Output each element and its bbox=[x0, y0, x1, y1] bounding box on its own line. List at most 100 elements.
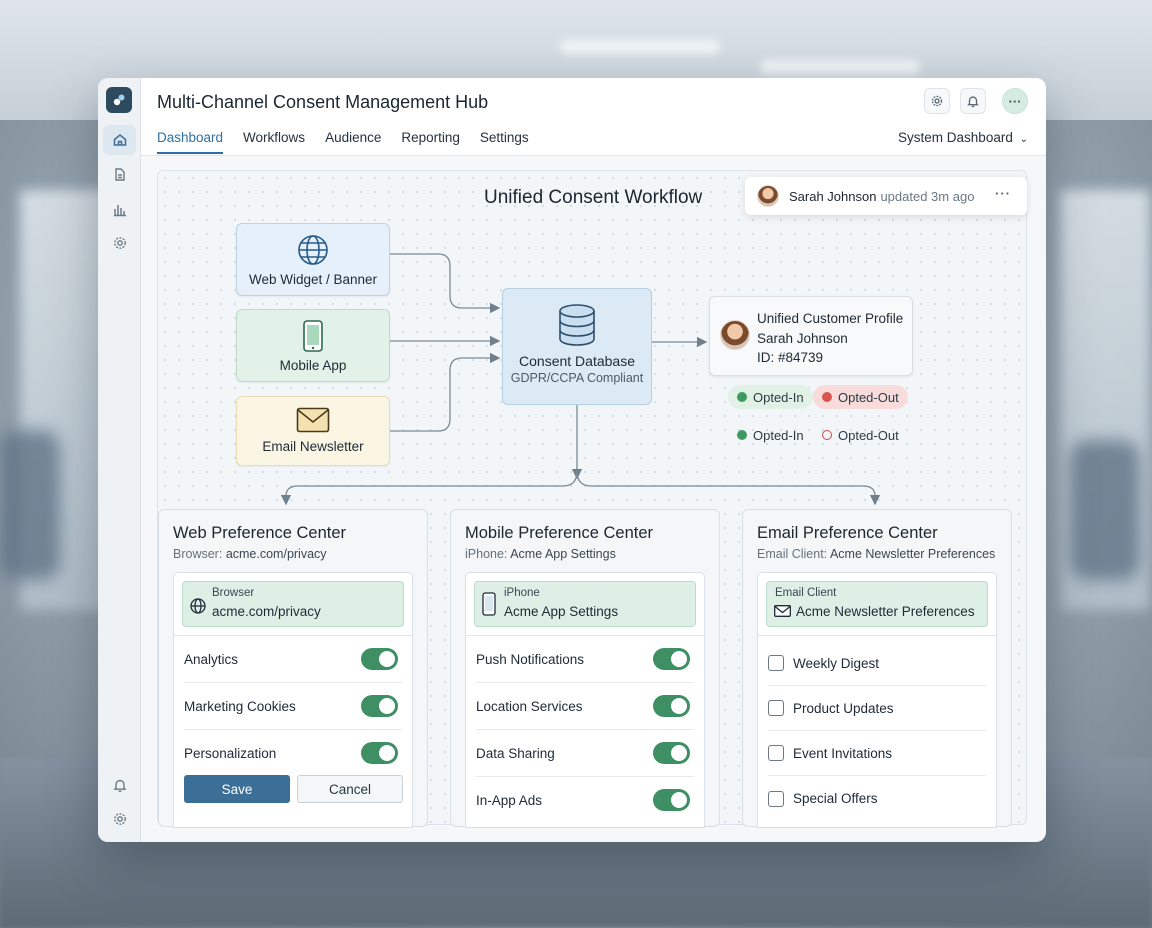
data-sharing-toggle[interactable] bbox=[653, 742, 690, 764]
status-label: Opted-Out bbox=[838, 427, 899, 443]
card-subtitle: Email Client: Acme Newsletter Preference… bbox=[757, 547, 995, 561]
sub-product-updates-row: Product Updates bbox=[768, 686, 986, 731]
analytics-toggle[interactable] bbox=[361, 648, 398, 670]
sub-weekly-digest-row: Weekly Digest bbox=[768, 641, 986, 686]
mobile-preference-center: Mobile Preference Center iPhone: Acme Ap… bbox=[450, 509, 720, 828]
pref-personalization-row: Personalization bbox=[184, 730, 402, 777]
legend-opted-out: Opted-Out bbox=[813, 423, 908, 447]
pref-marketing-row: Marketing Cookies bbox=[184, 683, 402, 730]
save-button[interactable]: Save bbox=[184, 775, 290, 803]
in-app-ads-toggle[interactable] bbox=[653, 789, 690, 811]
database-sublabel: GDPR/CCPA Compliant bbox=[510, 371, 644, 385]
source-label: Web Widget / Banner bbox=[248, 272, 378, 287]
app-header: Multi-Channel Consent Management Hub ···… bbox=[141, 78, 1046, 156]
source-email-newsletter[interactable]: Email Newsletter bbox=[236, 396, 390, 466]
side-rail bbox=[98, 78, 141, 842]
status-opted-out-badge: Opted-Out bbox=[813, 385, 908, 409]
marketing-cookies-toggle[interactable] bbox=[361, 695, 398, 717]
consent-database-node[interactable]: Consent Database GDPR/CCPA Compliant bbox=[502, 288, 652, 405]
tab-dashboard[interactable]: Dashboard bbox=[157, 130, 224, 154]
address-key: iPhone bbox=[504, 587, 540, 599]
main-nav: Dashboard Workflows Audience Reporting S… bbox=[157, 130, 529, 154]
bell-icon[interactable] bbox=[103, 770, 136, 800]
location-services-toggle[interactable] bbox=[653, 695, 690, 717]
customer-profile-card[interactable]: Unified Customer Profile Sarah Johnson I… bbox=[709, 296, 913, 376]
source-web-widget[interactable]: Web Widget / Banner bbox=[236, 223, 390, 296]
address-value: acme.com/privacy bbox=[212, 604, 321, 619]
sub-special-offers-row: Special Offers bbox=[768, 776, 986, 821]
app-header-bar: iPhone Acme App Settings bbox=[474, 581, 696, 627]
settings-button[interactable] bbox=[924, 88, 950, 114]
subtitle-key: Email Client: bbox=[757, 547, 828, 561]
bar-chart-icon[interactable] bbox=[103, 194, 136, 224]
source-mobile-app[interactable]: Mobile App bbox=[236, 309, 390, 382]
pref-label: Personalization bbox=[184, 746, 277, 761]
personalization-toggle[interactable] bbox=[361, 742, 398, 764]
phone-icon bbox=[482, 592, 496, 616]
home-icon[interactable] bbox=[103, 125, 136, 155]
envelope-icon bbox=[774, 605, 791, 617]
special-offers-checkbox[interactable] bbox=[768, 790, 784, 807]
pref-label: Analytics bbox=[184, 651, 239, 667]
tab-workflows[interactable]: Workflows bbox=[243, 130, 305, 154]
push-notifications-toggle[interactable] bbox=[653, 648, 690, 670]
pref-label: Data Sharing bbox=[476, 745, 555, 761]
subtitle-key: iPhone: bbox=[465, 547, 508, 561]
status-label: Opted-Out bbox=[838, 389, 899, 405]
address-value: Acme App Settings bbox=[504, 604, 619, 619]
mobile-preferences-panel: iPhone Acme App Settings Push Notificati… bbox=[465, 572, 705, 828]
bell-icon bbox=[967, 96, 979, 108]
product-updates-checkbox[interactable] bbox=[768, 700, 784, 716]
status-dot bbox=[822, 392, 832, 402]
pref-location-row: Location Services bbox=[476, 683, 694, 730]
pref-label: Location Services bbox=[476, 698, 583, 714]
subscription-label: Event Invitations bbox=[793, 745, 893, 761]
envelope-icon bbox=[296, 407, 330, 433]
notifications-button[interactable] bbox=[960, 88, 986, 114]
tab-audience[interactable]: Audience bbox=[325, 130, 381, 154]
subscription-label: Weekly Digest bbox=[793, 655, 880, 671]
web-preference-center: Web Preference Center Browser: acme.com/… bbox=[158, 509, 428, 828]
phone-icon bbox=[303, 320, 323, 352]
documents-icon[interactable] bbox=[103, 160, 136, 190]
web-preferences-panel: Browser acme.com/privacy Analytics Marke… bbox=[173, 572, 413, 828]
profile-id: ID: #84739 bbox=[757, 350, 824, 365]
browser-address-bar: Browser acme.com/privacy bbox=[182, 581, 404, 627]
card-subtitle: iPhone: Acme App Settings bbox=[465, 547, 616, 561]
app-window: Multi-Channel Consent Management Hub ···… bbox=[98, 78, 1046, 842]
pref-push-row: Push Notifications bbox=[476, 636, 694, 683]
database-icon bbox=[559, 304, 595, 346]
email-preferences-panel: Email Client Acme Newsletter Preferences… bbox=[757, 572, 997, 828]
status-label: Opted-In bbox=[753, 389, 804, 405]
status-opted-in-badge: Opted-In bbox=[728, 385, 813, 409]
status-dot bbox=[822, 430, 832, 440]
weekly-digest-checkbox[interactable] bbox=[768, 655, 784, 671]
database-label: Consent Database bbox=[519, 353, 635, 369]
tab-settings[interactable]: Settings bbox=[480, 130, 529, 154]
view-selector[interactable]: System Dashboard ⌄ bbox=[898, 130, 1028, 145]
pref-in-app-ads-row: In-App Ads bbox=[476, 777, 694, 824]
more-button[interactable]: ··· bbox=[1002, 88, 1028, 114]
email-client-bar: Email Client Acme Newsletter Preferences bbox=[766, 581, 988, 627]
card-subtitle: Browser: acme.com/privacy bbox=[173, 547, 327, 561]
address-key: Browser bbox=[212, 587, 255, 599]
cancel-button[interactable]: Cancel bbox=[297, 775, 403, 803]
card-title: Web Preference Center bbox=[173, 524, 347, 542]
gear-icon[interactable] bbox=[103, 804, 136, 834]
gear-icon[interactable] bbox=[103, 228, 136, 258]
subtitle-value: Acme Newsletter Preferences bbox=[829, 547, 996, 561]
legend-opted-in: Opted-In bbox=[728, 423, 813, 447]
tab-reporting[interactable]: Reporting bbox=[401, 130, 460, 154]
card-title: Mobile Preference Center bbox=[465, 524, 654, 542]
subtitle-value: acme.com/privacy bbox=[225, 547, 327, 561]
globe-icon bbox=[298, 235, 328, 265]
app-logo[interactable] bbox=[106, 87, 132, 113]
pref-data-sharing-row: Data Sharing bbox=[476, 730, 694, 777]
source-label: Mobile App bbox=[279, 358, 347, 373]
email-preference-center: Email Preference Center Email Client: Ac… bbox=[742, 509, 1012, 828]
subtitle-key: Browser: bbox=[173, 547, 223, 561]
event-invitations-checkbox[interactable] bbox=[768, 745, 784, 761]
pref-label: In-App Ads bbox=[476, 793, 543, 808]
source-label: Email Newsletter bbox=[262, 439, 364, 454]
view-selector-label: System Dashboard bbox=[898, 130, 1013, 145]
